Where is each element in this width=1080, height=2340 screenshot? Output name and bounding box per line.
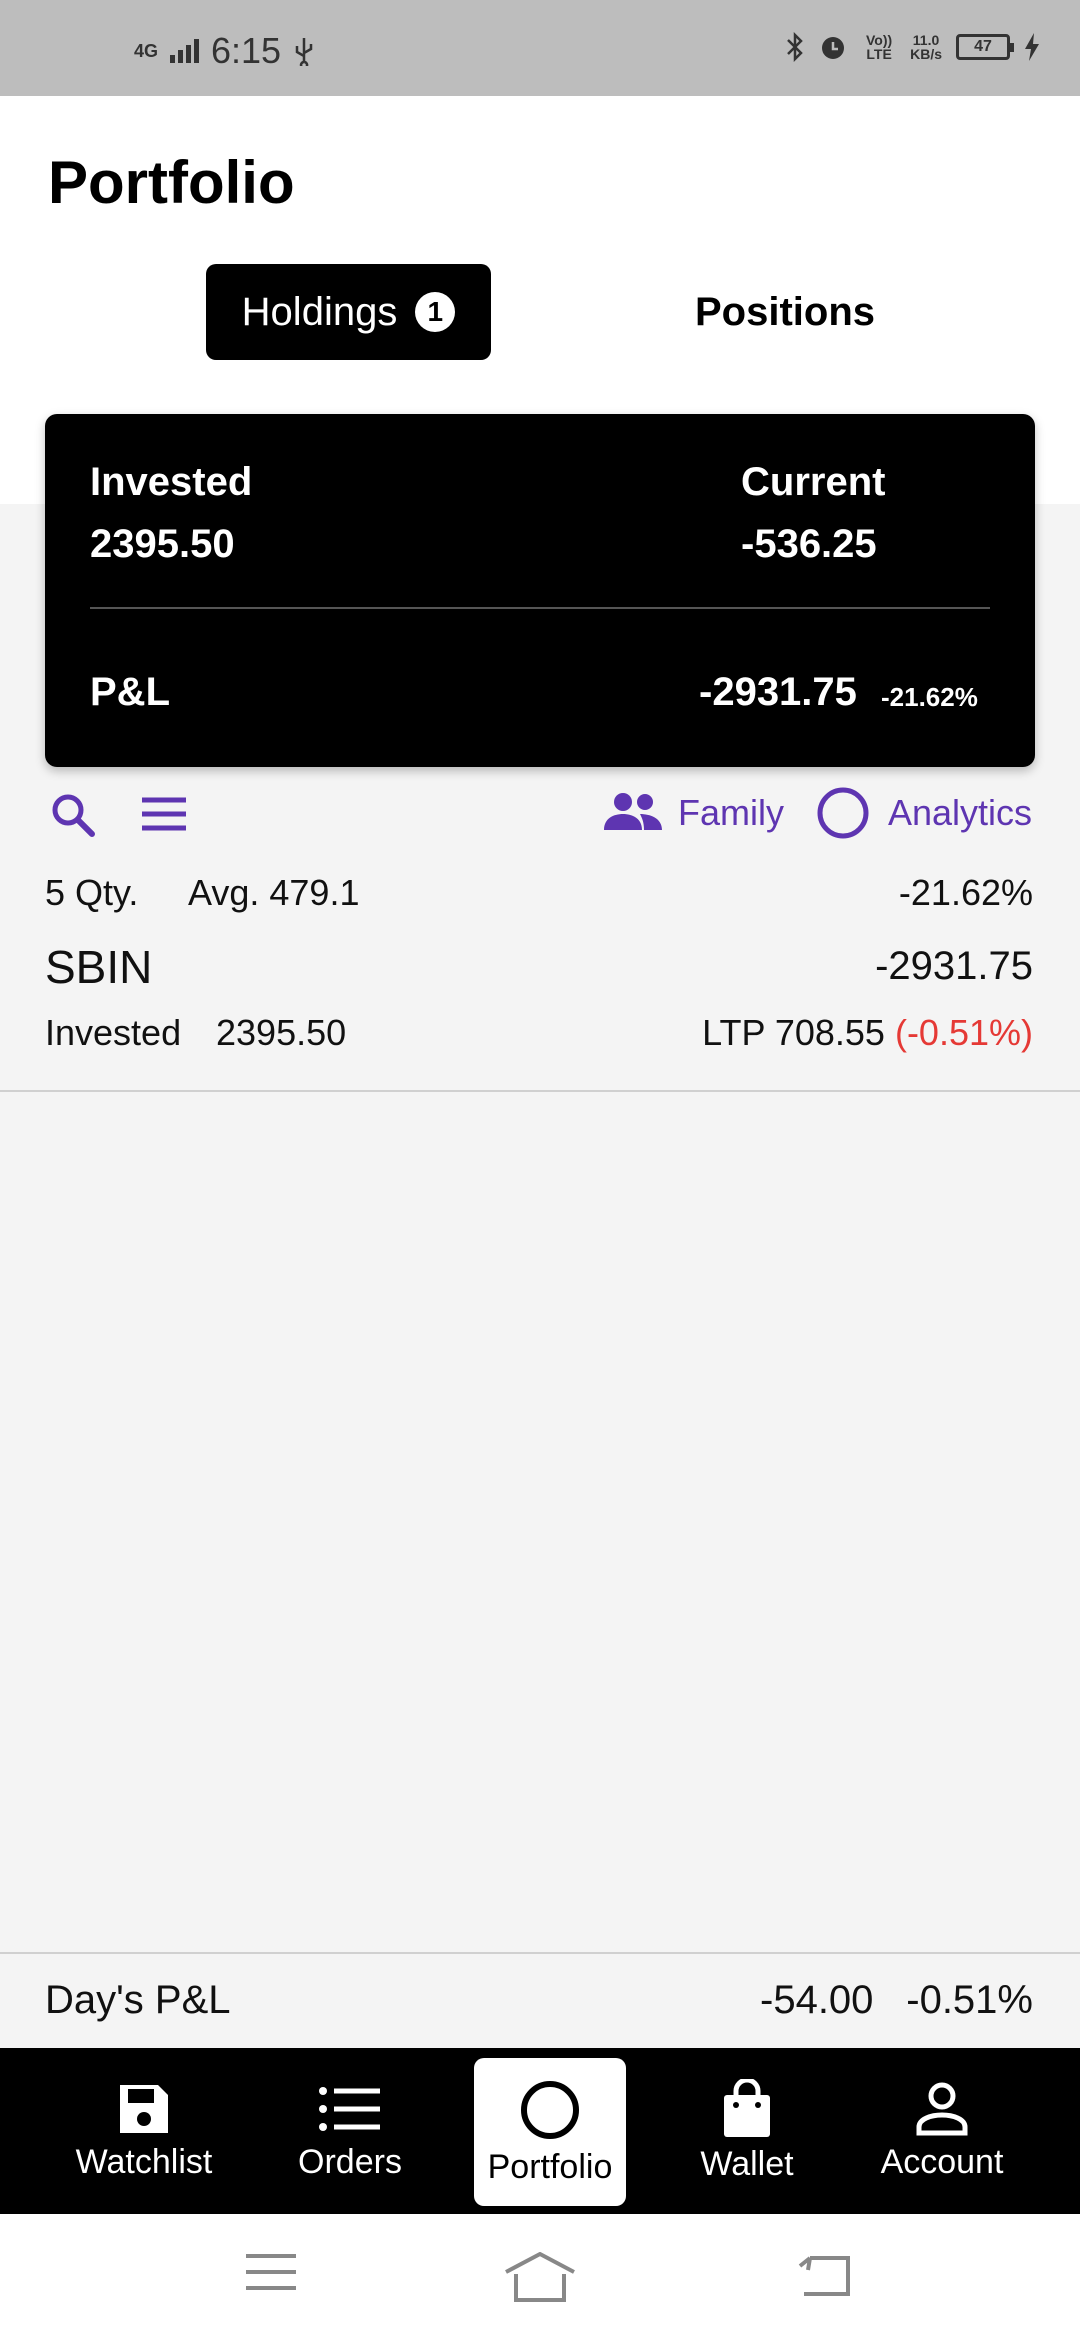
clock: 6:15 [211, 30, 282, 71]
nav-portfolio-label: Portfolio [487, 2147, 613, 2186]
nav-portfolio[interactable]: Portfolio [474, 2058, 626, 2206]
holding-avg: Avg. 479.1 [188, 872, 360, 913]
battery-level: 47 [974, 38, 992, 55]
network-type: 4G [134, 41, 159, 61]
day-pl-label: Day's P&L [45, 1978, 231, 2022]
usb-icon [295, 38, 313, 66]
holding-invested-label: Invested [45, 1012, 182, 1053]
system-nav-bar [0, 2214, 1080, 2340]
holding-pl: -2931.75 [875, 944, 1033, 988]
holding-change: (-0.51%) [894, 1012, 1033, 1053]
holding-symbol: SBIN [45, 941, 153, 993]
nav-wallet-label: Wallet [700, 2144, 794, 2183]
speed-unit: KB/s [910, 46, 942, 62]
volte-indicator: Vo)) LTE [866, 32, 893, 62]
speed-indicator: 11.0 KB/s [910, 33, 942, 61]
nav-account-label: Account [880, 2142, 1004, 2181]
tab-holdings[interactable]: Holdings 1 [206, 264, 491, 360]
person-icon [916, 2082, 968, 2135]
current-value: -536.25 [741, 522, 877, 566]
current-label: Current [741, 460, 886, 504]
portfolio-summary-card: Invested 2395.50 Current -536.25 P&L -29… [45, 414, 1035, 767]
search-icon[interactable] [48, 790, 98, 840]
analytics-circle-icon [817, 787, 869, 839]
tab-positions-label: Positions [694, 289, 876, 334]
menu-icon[interactable] [140, 796, 188, 832]
summary-divider [90, 607, 990, 609]
bluetooth-icon [787, 32, 803, 62]
tab-holdings-label: Holdings [241, 289, 398, 334]
pl-label: P&L [90, 670, 170, 714]
holding-ltp: LTP 708.55 [702, 1012, 885, 1053]
nav-account[interactable]: Account [862, 2048, 1022, 2214]
tab-positions[interactable]: Positions [640, 264, 930, 360]
recents-menu-icon[interactable] [246, 2252, 296, 2292]
battery-icon: 47 [956, 34, 1014, 60]
family-button[interactable]: Family [678, 792, 784, 834]
bottom-nav: Watchlist Orders Portfolio Wallet Accoun… [0, 2048, 1080, 2214]
pl-value: -2931.75 [699, 670, 857, 714]
holding-row[interactable]: 5 Qty. Avg. 479.1 -21.62% SBIN -2931.75 … [0, 860, 1080, 1092]
holding-invested-value: 2395.50 [216, 1012, 347, 1053]
day-pl-value: -54.00 [760, 1978, 874, 2022]
holding-pct: -21.62% [898, 872, 1033, 913]
pl-percent: -21.62% [881, 682, 978, 712]
bag-icon [724, 2078, 770, 2137]
holding-qty: 5 Qty. [45, 872, 139, 913]
day-pl-bar: Day's P&L -54.00 -0.51% [0, 1952, 1080, 2048]
save-icon [120, 2084, 168, 2133]
status-right: Vo)) LTE 11.0 KB/s 47 [786, 32, 1040, 62]
alarm-icon [822, 37, 845, 59]
signal-icon [170, 39, 200, 63]
family-icon [604, 793, 662, 830]
circle-icon [521, 2080, 579, 2139]
status-bar: 4G 6:15 Vo)) LTE 11.0 KB/s 47 [0, 0, 1080, 96]
invested-value: 2395.50 [90, 522, 235, 566]
back-icon[interactable] [796, 2252, 850, 2296]
nav-wallet[interactable]: Wallet [672, 2048, 822, 2214]
analytics-button[interactable]: Analytics [888, 792, 1032, 834]
nav-orders-label: Orders [298, 2142, 402, 2181]
charging-icon [1025, 33, 1039, 61]
nav-watchlist[interactable]: Watchlist [44, 2048, 244, 2214]
home-icon[interactable] [504, 2252, 576, 2302]
nav-watchlist-label: Watchlist [75, 2142, 213, 2181]
holdings-toolbar: Family Analytics [0, 780, 1080, 844]
holdings-count-badge: 1 [415, 292, 456, 332]
holding-ltp-group: LTP 708.55 (-0.51%) [702, 1012, 1033, 1054]
day-pl-percent: -0.51% [906, 1978, 1033, 2022]
nav-orders[interactable]: Orders [270, 2048, 430, 2214]
invested-label: Invested [90, 460, 253, 504]
page-title: Portfolio [48, 149, 295, 216]
status-left: 4G 6:15 [134, 30, 315, 72]
list-icon [319, 2086, 380, 2131]
